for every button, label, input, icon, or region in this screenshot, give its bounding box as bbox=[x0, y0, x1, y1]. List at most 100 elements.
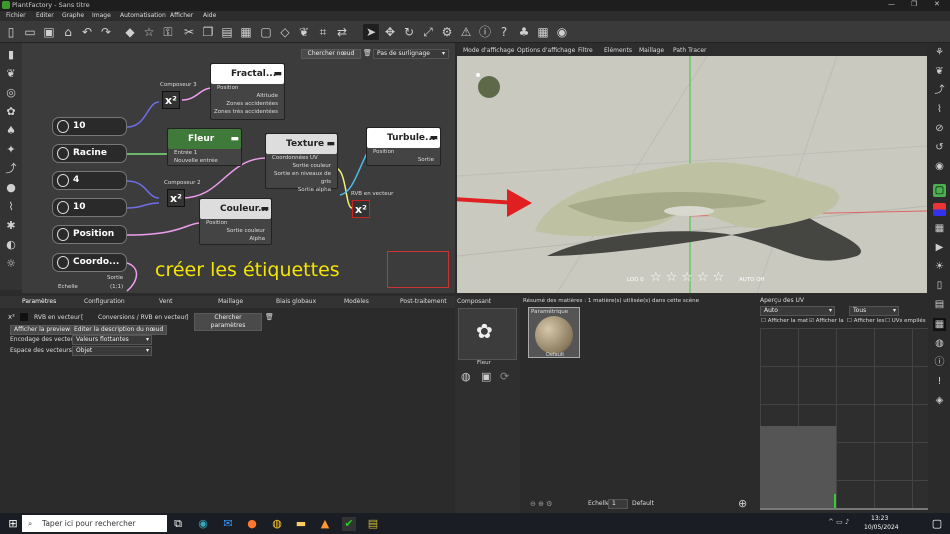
menu-graphe[interactable]: Graphe bbox=[62, 12, 84, 19]
tab-biais-globaux[interactable]: Biais globaux bbox=[276, 298, 316, 305]
uv-filter-select[interactable]: Tous ▾ bbox=[849, 306, 899, 316]
grid2-icon[interactable]: ▦ bbox=[535, 24, 551, 40]
cube-icon[interactable]: ◆ bbox=[122, 24, 138, 40]
trunk-icon[interactable]: ⌇ bbox=[4, 200, 18, 214]
menu-automatisation[interactable]: Automatisation bbox=[120, 12, 166, 19]
uv-canvas[interactable] bbox=[760, 328, 928, 510]
lod-stars[interactable]: ☆☆☆☆☆ bbox=[650, 270, 728, 285]
tool-list-icon[interactable]: ▤ bbox=[933, 298, 946, 311]
tab-post-traitement[interactable]: Post-traitement bbox=[400, 298, 447, 305]
ring-icon[interactable]: ◎ bbox=[4, 86, 18, 100]
plant-icon[interactable]: ♣ bbox=[516, 24, 532, 40]
tool-uv-grid-icon[interactable]: ▦ bbox=[933, 318, 946, 331]
select-arrow-icon[interactable]: ➤ bbox=[363, 24, 379, 40]
lock-icon[interactable]: ⚿ bbox=[160, 24, 176, 40]
add-material-icon[interactable]: ⊕ bbox=[738, 497, 747, 510]
compare-icon[interactable]: ⇄ bbox=[334, 24, 350, 40]
echelle-input[interactable]: 1 bbox=[608, 499, 628, 509]
paste-icon[interactable]: ▤ bbox=[219, 24, 235, 40]
star-icon[interactable]: ☆ bbox=[141, 24, 157, 40]
graph-editor[interactable]: Chercher nœud 🗑 Pas de surlignage ▾ 10 Ra… bbox=[22, 43, 455, 293]
tool-info-icon[interactable]: ⓘ bbox=[933, 356, 946, 369]
new-file-icon[interactable]: ▯ bbox=[3, 24, 19, 40]
task-view-icon[interactable]: ⧉ bbox=[171, 517, 185, 531]
node-racine[interactable]: Racine bbox=[52, 144, 127, 163]
notifications-icon[interactable]: ▢ bbox=[930, 517, 944, 531]
espace-select[interactable]: Objet ▾ bbox=[72, 346, 152, 356]
help-icon[interactable]: ? bbox=[496, 24, 512, 40]
node-icon[interactable]: ◇ bbox=[277, 24, 293, 40]
graph-minimap[interactable] bbox=[387, 251, 449, 288]
uv-check-stacked[interactable]: ☐ UVs empilés bbox=[885, 318, 926, 324]
node-turbule[interactable]: Turbule... ▬ Position Sortie bbox=[366, 127, 441, 166]
tool-alert-icon[interactable]: ! bbox=[933, 375, 946, 388]
minimize-node-icon[interactable]: ▬ bbox=[326, 134, 335, 154]
petal-icon[interactable]: ✦ bbox=[4, 143, 18, 157]
taskbar-search-input[interactable]: ⌕ Taper ici pour rechercher bbox=[22, 515, 167, 532]
redo-icon[interactable]: ↷ bbox=[98, 24, 114, 40]
cut-icon[interactable]: ✂ bbox=[181, 24, 197, 40]
tab-parametres[interactable]: Paramètres bbox=[22, 298, 56, 305]
material-thumbnail[interactable]: Paramétrique Default bbox=[528, 307, 580, 358]
gear-icon[interactable]: ⚙ bbox=[439, 24, 455, 40]
node-couleur[interactable]: Couleur... ▬ Position Sortie couleur Alph… bbox=[199, 198, 272, 245]
tool-doc-icon[interactable]: ▯ bbox=[933, 279, 946, 292]
refresh-icon[interactable]: ⟳ bbox=[500, 370, 509, 383]
plantfactory-taskbar-icon[interactable]: ✔ bbox=[342, 517, 356, 531]
tool-material-icon[interactable] bbox=[933, 203, 946, 216]
windows-start-icon[interactable]: ⊞ bbox=[6, 517, 20, 531]
warning-icon[interactable]: ⚠ bbox=[458, 24, 474, 40]
menu-path-tracer[interactable]: Path Tracer bbox=[673, 47, 706, 54]
node-value-4[interactable]: 4 bbox=[52, 171, 127, 190]
tab-maillage[interactable]: Maillage bbox=[218, 298, 243, 305]
mail-icon[interactable]: ✉ bbox=[221, 517, 235, 531]
sphere-icon[interactable]: ◐ bbox=[4, 238, 18, 252]
tray-icons[interactable]: ^ ▭ ♪ bbox=[828, 518, 849, 526]
trash-icon[interactable]: 🗑 bbox=[265, 313, 274, 321]
close-button[interactable]: ✕ bbox=[934, 0, 940, 8]
leaf-tool-icon[interactable]: ❦ bbox=[4, 67, 18, 81]
tool-twist-icon[interactable]: ↺ bbox=[933, 141, 946, 154]
save-component-icon[interactable]: ▣ bbox=[481, 370, 491, 383]
zoom-out-icon[interactable]: ⊖ ⊕ ⚙ bbox=[530, 500, 552, 508]
tool-grid-icon[interactable]: ▦ bbox=[933, 222, 946, 235]
firefox-icon[interactable]: ● bbox=[245, 517, 259, 531]
minimize-button[interactable]: — bbox=[888, 0, 895, 8]
node-texture[interactable]: Texture ▬ Coordonnées UV Sortie couleur S… bbox=[265, 133, 338, 193]
tag-icon[interactable]: ⌗ bbox=[315, 24, 331, 40]
tab-modeles[interactable]: Modèles bbox=[344, 298, 369, 305]
flower-tool-icon[interactable]: ✿ bbox=[4, 105, 18, 119]
tool-camera-icon[interactable]: ▶ bbox=[933, 241, 946, 254]
node-coordo[interactable]: Coordo... bbox=[52, 253, 127, 272]
minimize-node-icon[interactable]: ▬ bbox=[260, 199, 269, 219]
scale-icon[interactable]: ⤢ bbox=[420, 24, 436, 40]
vlc-icon[interactable]: ▲ bbox=[318, 517, 332, 531]
minimize-node-icon[interactable]: ▬ bbox=[273, 64, 282, 84]
tool-bend-icon[interactable]: ⌇ bbox=[933, 103, 946, 116]
frame-icon[interactable]: ▢ bbox=[258, 24, 274, 40]
node-position[interactable]: Position bbox=[52, 225, 127, 244]
auto-lod-toggle[interactable]: AUTO Off bbox=[739, 277, 764, 283]
minimize-node-icon[interactable]: ▬ bbox=[429, 128, 438, 148]
node-value-10b[interactable]: 10 bbox=[52, 198, 127, 217]
search-params-button[interactable]: Chercher paramètres bbox=[194, 313, 262, 331]
chrome-icon[interactable]: ◍ bbox=[270, 517, 284, 531]
open-folder-icon[interactable]: ▭ bbox=[22, 24, 38, 40]
globe-icon[interactable]: ◍ bbox=[461, 370, 471, 383]
copy-icon[interactable]: ❐ bbox=[200, 24, 216, 40]
roots-icon[interactable]: ✱ bbox=[4, 219, 18, 233]
cylinder-icon[interactable]: ▮ bbox=[4, 48, 18, 62]
tab-configuration[interactable]: Configuration bbox=[84, 298, 125, 305]
menu-aide[interactable]: Aide bbox=[203, 12, 216, 19]
fruit-icon[interactable]: ● bbox=[4, 181, 18, 195]
tool-leaf-icon[interactable]: ❦ bbox=[933, 65, 946, 78]
leaf-icon[interactable]: ❦ bbox=[296, 24, 312, 40]
tool-branch-icon[interactable]: ⚘ bbox=[933, 46, 946, 59]
menu-afficher[interactable]: Afficher bbox=[170, 12, 193, 19]
menu-fichier[interactable]: Fichier bbox=[6, 12, 26, 19]
branch-icon[interactable]: ⤴ bbox=[4, 162, 18, 176]
show-preview-button[interactable]: Afficher la preview bbox=[10, 325, 74, 335]
undo-icon[interactable]: ↶ bbox=[79, 24, 95, 40]
uv-mode-select[interactable]: Auto ▾ bbox=[760, 306, 835, 316]
save-icon[interactable]: ▣ bbox=[41, 24, 57, 40]
